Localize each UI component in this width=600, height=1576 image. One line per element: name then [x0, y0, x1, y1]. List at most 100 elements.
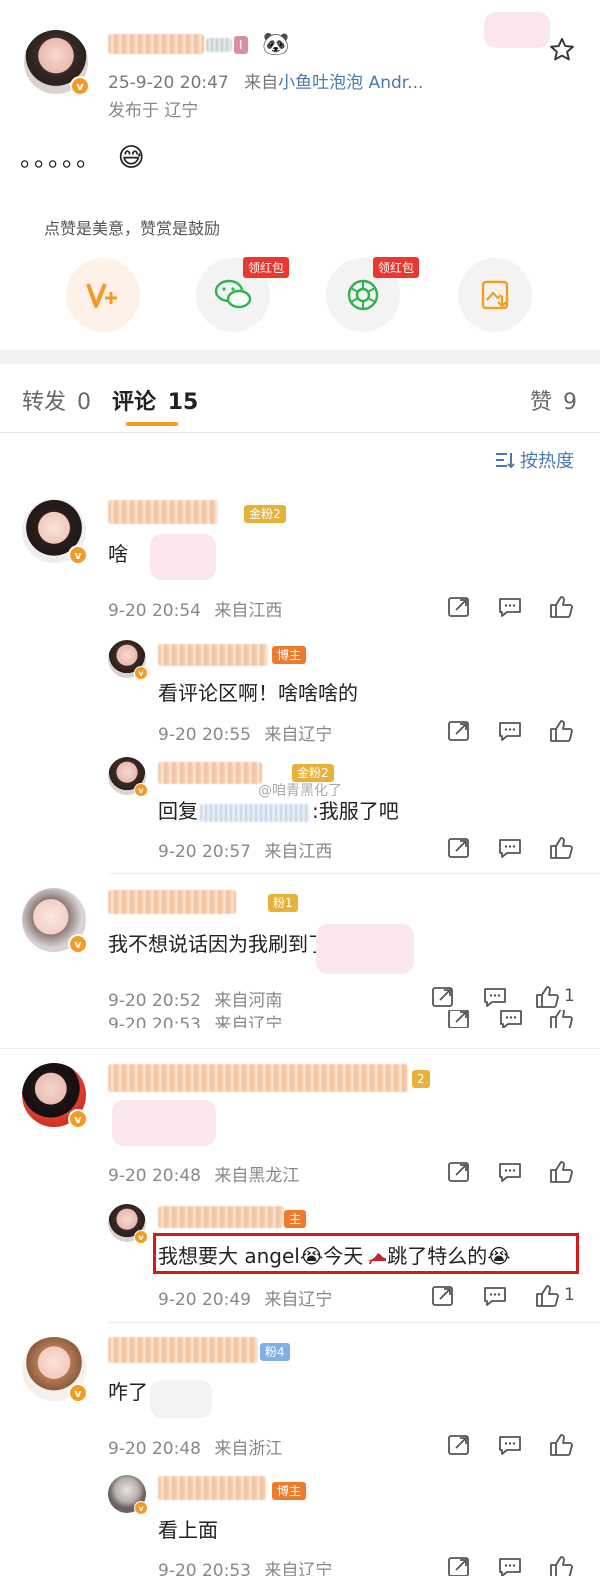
like-icon[interactable] [548, 1432, 574, 1458]
fan-badge: 粉1 [268, 894, 298, 912]
tab-comments-label: 评论 [112, 390, 157, 415]
reply-meta: 9-20 20:53 来自辽宁 [158, 1556, 332, 1576]
comment-meta: 9-20 20:54 来自江西 [108, 596, 282, 621]
tab-likes-count: 9 [563, 390, 578, 415]
reply-suffix: :我服了吧 [312, 799, 399, 823]
cropped-time: 9-20 20:53 [108, 1015, 201, 1028]
repost-icon[interactable] [446, 1432, 472, 1458]
comment-sticker [150, 1380, 212, 1418]
reply-prefix: 回复 [158, 799, 198, 823]
vip-support-button[interactable] [66, 258, 140, 332]
like-icon[interactable] [548, 1159, 574, 1185]
reply-icon[interactable] [497, 1159, 523, 1185]
reply-icon[interactable] [497, 835, 523, 861]
repost-icon[interactable] [446, 718, 472, 744]
reply-icon[interactable] [497, 594, 523, 620]
tab-active-indicator [126, 422, 178, 426]
post-content: 。。。。。 😅 [20, 138, 147, 173]
repost-icon[interactable] [446, 594, 472, 620]
commenter-avatar[interactable]: v [22, 1337, 88, 1403]
cropped-meta-line: 9-20 20:53 来自辽宁 [108, 1010, 600, 1028]
like-icon[interactable] [548, 718, 574, 744]
crying-emoji: 😭 [299, 1244, 324, 1268]
author-badge: 博主 [272, 646, 307, 664]
comment-time: 9-20 20:54 [108, 601, 201, 621]
repost-icon [446, 1010, 472, 1028]
reply-icon[interactable] [497, 718, 523, 744]
reply-location: 来自辽宁 [264, 725, 333, 745]
commenter-name-blurred[interactable] [108, 890, 236, 914]
post-source-prefix: 来自 [244, 73, 279, 93]
post-author-avatar[interactable]: v [24, 30, 90, 96]
commenter-avatar[interactable]: v [22, 499, 88, 565]
reply-avatar[interactable]: v [108, 640, 148, 680]
reply-time: 9-20 20:57 [158, 842, 251, 862]
comment-text: 啥 [108, 542, 128, 566]
reply-avatar[interactable]: v [108, 757, 148, 797]
post-content-emoji: 😅 [117, 143, 147, 173]
sort-button[interactable]: 按热度 [494, 447, 574, 473]
reply-text: 回复 :我服了吧 [158, 795, 399, 824]
reply-name-blurred[interactable] [158, 762, 262, 784]
reply-icon[interactable] [482, 984, 508, 1010]
tab-repost[interactable]: 转发 0 [22, 384, 91, 416]
reply-location: 来自辽宁 [264, 1561, 333, 1576]
repost-icon[interactable] [446, 835, 472, 861]
comment-time: 9-20 20:48 [108, 1439, 201, 1459]
verified-badge-icon: v [70, 76, 90, 96]
commenter-name-blurred[interactable] [108, 500, 218, 524]
commenter-avatar[interactable]: v [22, 888, 88, 954]
reply-icon [498, 1010, 524, 1028]
post-timestamp: 25-9-20 20:47 [108, 73, 229, 93]
comment-location: 来自河南 [214, 991, 283, 1011]
post-author-name-blurred-tail [206, 38, 232, 52]
reply-avatar[interactable]: v [108, 1475, 148, 1515]
like-icon[interactable] [548, 1556, 574, 1576]
reply-avatar[interactable]: v [108, 1204, 148, 1244]
comment-meta: 9-20 20:52 来自河南 [108, 986, 282, 1011]
comment-meta: 9-20 20:48 来自浙江 [108, 1434, 282, 1459]
tab-comments-count: 15 [167, 390, 199, 415]
level-badge: I [234, 36, 248, 54]
favorite-star-icon[interactable] [548, 36, 576, 64]
comment-location: 来自江西 [214, 601, 283, 621]
reply-icon[interactable] [497, 1432, 523, 1458]
fan-badge: 金粉2 [244, 505, 286, 523]
cropped-location: 来自辽宁 [214, 1015, 283, 1028]
commenter-name-blurred[interactable] [108, 1064, 408, 1092]
avatar-sticker [484, 12, 550, 48]
reply-time: 9-20 20:53 [158, 1561, 251, 1576]
save-image-icon [481, 280, 509, 310]
comment-sticker [112, 1100, 216, 1146]
repost-icon[interactable] [446, 1556, 472, 1576]
like-icon[interactable] [534, 1283, 560, 1309]
reply-icon[interactable] [497, 1556, 523, 1576]
section-divider [0, 350, 600, 364]
tab-repost-label: 转发 [22, 390, 67, 415]
save-image-button[interactable] [458, 258, 532, 332]
repost-icon[interactable] [430, 1283, 456, 1309]
reply-name-blurred[interactable] [158, 1476, 266, 1500]
post-author-name-blurred[interactable] [108, 34, 204, 54]
commenter-avatar[interactable]: v [22, 1063, 88, 1129]
repost-icon[interactable] [430, 984, 456, 1010]
verified-badge-icon: v [134, 666, 148, 680]
reply-name-blurred[interactable] [158, 644, 268, 666]
post-source-app[interactable]: 小鱼吐泡泡 Andr... [278, 73, 423, 93]
tab-repost-count: 0 [77, 390, 92, 415]
tab-comments[interactable]: 评论 15 [112, 384, 198, 416]
mention-blurred[interactable] [200, 803, 310, 822]
commenter-name-blurred[interactable] [108, 1337, 258, 1363]
like-icon[interactable] [548, 594, 574, 620]
repost-icon[interactable] [446, 1159, 472, 1185]
cropped-reply-meta: 9-20 20:53 来自辽宁 [158, 1556, 600, 1576]
tab-likes[interactable]: 赞 9 [530, 384, 577, 416]
like-icon[interactable] [534, 984, 560, 1010]
reply-name-blurred[interactable] [158, 1206, 284, 1228]
author-badge: 主 [284, 1210, 307, 1228]
reply-icon[interactable] [482, 1283, 508, 1309]
comment-location: 来自浙江 [214, 1439, 283, 1459]
panda-icon: 🐼 [262, 32, 290, 57]
like-icon[interactable] [548, 835, 574, 861]
verified-badge-icon: v [68, 1109, 88, 1129]
